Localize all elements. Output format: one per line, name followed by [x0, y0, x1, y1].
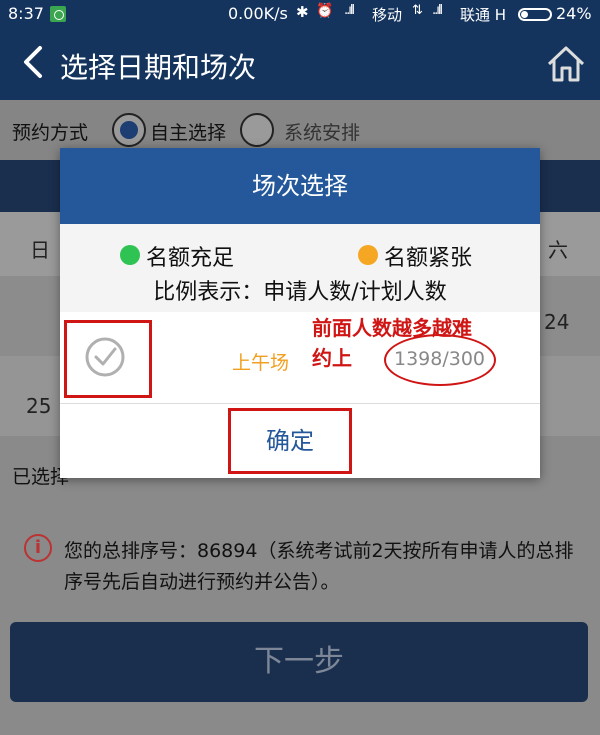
radio-system-assign-label[interactable]: 系统安排 [284, 118, 360, 145]
weekday-saturday: 六 [548, 238, 568, 262]
radio-system-assign[interactable] [240, 113, 274, 147]
calendar-date-25[interactable]: 25 [26, 394, 51, 418]
ratio-description: 比例表示：申请人数/计划人数 [153, 280, 447, 305]
page-title: 选择日期和场次 [60, 51, 257, 84]
session-select-dialog: 场次选择 名额充足 名额紧张 比例表示：申请人数/计划人数 前面人数越多越难 约… [60, 148, 540, 478]
session-name: 上午场 [232, 352, 290, 374]
signal-icon-2: ..ıll [432, 3, 443, 18]
check-circle-icon[interactable] [84, 336, 126, 378]
status-time: 8:37 [8, 4, 44, 23]
annotation-text-2: 约上 [312, 346, 352, 370]
orange-dot-icon [358, 245, 378, 265]
confirm-button[interactable]: 确定 [228, 408, 352, 474]
session-row-morning[interactable]: 前面人数越多越难 约上 上午场 1398/300 [60, 312, 540, 404]
dialog-footer: 确定 [60, 404, 540, 478]
bluetooth-icon: ✱ [296, 3, 309, 21]
carrier-2: 联通 H [460, 6, 507, 24]
signal-icon-1: ..ıll [344, 3, 355, 18]
annotation-ellipse [384, 334, 496, 386]
legend-limited: 名额紧张 [384, 246, 473, 271]
calendar-date-24[interactable]: 24 [544, 310, 569, 334]
status-bar: 8:37 0.00K/s ✱ ⏰ ..ıll 移动 ⇅ ..ıll 联通 H 2… [0, 0, 600, 28]
next-step-button[interactable]: 下一步 [10, 622, 588, 702]
app-header: 选择日期和场次 [0, 28, 600, 100]
notification-icon [50, 6, 66, 22]
status-speed: 0.00K/s [228, 4, 288, 23]
battery-icon [518, 8, 552, 21]
radio-self-select[interactable] [112, 113, 146, 147]
chevron-left-icon[interactable] [18, 42, 48, 82]
battery-percent: 24% [556, 4, 592, 23]
data-arrows-icon: ⇅ [412, 3, 423, 18]
booking-mode-label: 预约方式 [12, 122, 89, 144]
alarm-icon: ⏰ [316, 3, 334, 19]
carrier-1: 移动 [372, 6, 403, 24]
legend: 名额充足 名额紧张 比例表示：申请人数/计划人数 [60, 224, 540, 312]
notice-text: 您的总排序号：86894（系统考试前2天按所有申请人的总排序号先后自动进行预约并… [64, 540, 574, 593]
weekday-sunday: 日 [30, 238, 50, 262]
radio-self-select-label[interactable]: 自主选择 [150, 118, 226, 145]
dialog-title: 场次选择 [60, 148, 540, 224]
info-icon: i [24, 534, 52, 562]
home-icon[interactable] [546, 44, 586, 84]
legend-sufficient: 名额充足 [146, 246, 235, 271]
green-dot-icon [120, 245, 140, 265]
